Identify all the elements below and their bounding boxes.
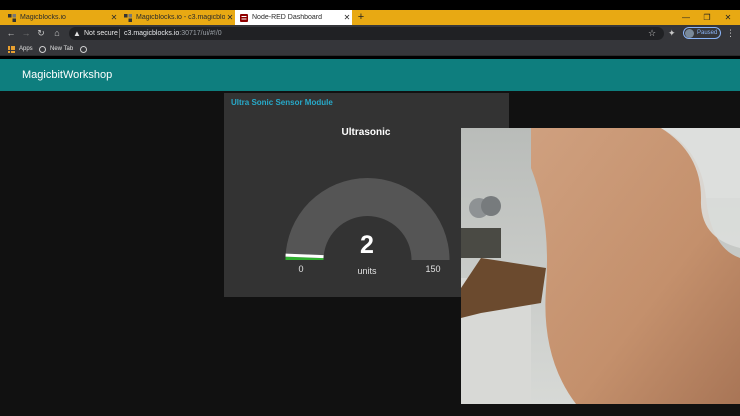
bookmark-new-tab[interactable]: New Tab xyxy=(39,42,73,56)
forward-arrow-icon[interactable]: → xyxy=(19,25,33,42)
tab-node-red-dashboard[interactable]: Node-RED Dashboard ✕ xyxy=(235,10,352,25)
screen-top-border xyxy=(0,0,740,10)
tab-label: Magicblocks.io xyxy=(20,14,66,21)
gauge-label: Ultrasonic xyxy=(341,127,391,138)
window-close-icon[interactable]: ✕ xyxy=(718,10,738,25)
new-tab-button[interactable]: + xyxy=(355,10,367,25)
tab-close-icon[interactable]: ✕ xyxy=(109,13,119,22)
home-icon[interactable]: ⌂ xyxy=(50,25,64,42)
bookmark-globe[interactable] xyxy=(80,42,91,56)
profile-label: Paused xyxy=(697,30,718,36)
tab-close-icon[interactable]: ✕ xyxy=(225,13,235,22)
address-separator xyxy=(119,29,120,38)
gauge-units: units xyxy=(357,266,377,276)
warning-triangle-icon[interactable]: ▲ xyxy=(72,27,82,40)
profile-button[interactable]: Paused xyxy=(683,27,721,39)
url-path: :30717/ui/#!/0 xyxy=(179,30,222,37)
bookmark-star-icon[interactable]: ☆ xyxy=(648,27,656,40)
reload-icon[interactable]: ↻ xyxy=(34,25,48,42)
globe-icon xyxy=(80,45,87,53)
not-secure-label[interactable]: Not secure xyxy=(84,27,118,40)
apps-grid-icon xyxy=(8,45,15,53)
tab-close-icon[interactable]: ✕ xyxy=(342,13,352,22)
gauge-max: 150 xyxy=(425,264,441,274)
magicblocks-favicon-icon xyxy=(8,13,16,22)
card-title: Ultra Sonic Sensor Module xyxy=(231,98,333,107)
bookmark-label: Apps xyxy=(19,46,33,52)
minimize-icon[interactable]: — xyxy=(676,10,696,25)
tab-label: Magicblocks.io - c3.magicblocks.io xyxy=(136,14,225,21)
gauge-value: 2 xyxy=(360,231,374,259)
kebab-menu-icon[interactable]: ⋮ xyxy=(726,27,735,40)
node-red-favicon-icon xyxy=(240,13,248,22)
bookmark-label: New Tab xyxy=(50,46,74,52)
url-text[interactable]: c3.magicblocks.io:30717/ui/#!/0 xyxy=(124,27,222,40)
avatar xyxy=(685,28,694,38)
extensions-puzzle-icon[interactable]: ✦ xyxy=(668,27,676,40)
tab-magicblocks-c3[interactable]: Magicblocks.io - c3.magicblocks.io ✕ xyxy=(119,10,235,25)
restore-icon[interactable]: ❐ xyxy=(697,10,717,25)
url-host: c3.magicblocks.io xyxy=(124,30,180,37)
dashboard-title: MagicbitWorkshop xyxy=(22,69,113,81)
gauge-min: 0 xyxy=(298,264,304,274)
tab-magicblocks[interactable]: Magicblocks.io ✕ xyxy=(3,10,119,25)
magicblocks-favicon-icon xyxy=(124,13,132,22)
bookmark-apps[interactable]: Apps xyxy=(8,42,33,56)
webcam-video-feed xyxy=(461,128,740,404)
back-arrow-icon[interactable]: ← xyxy=(4,25,18,42)
tab-label: Node-RED Dashboard xyxy=(252,14,323,21)
globe-icon xyxy=(39,45,46,53)
bookmarks-bar xyxy=(0,42,740,56)
gauge-needle xyxy=(285,253,324,259)
